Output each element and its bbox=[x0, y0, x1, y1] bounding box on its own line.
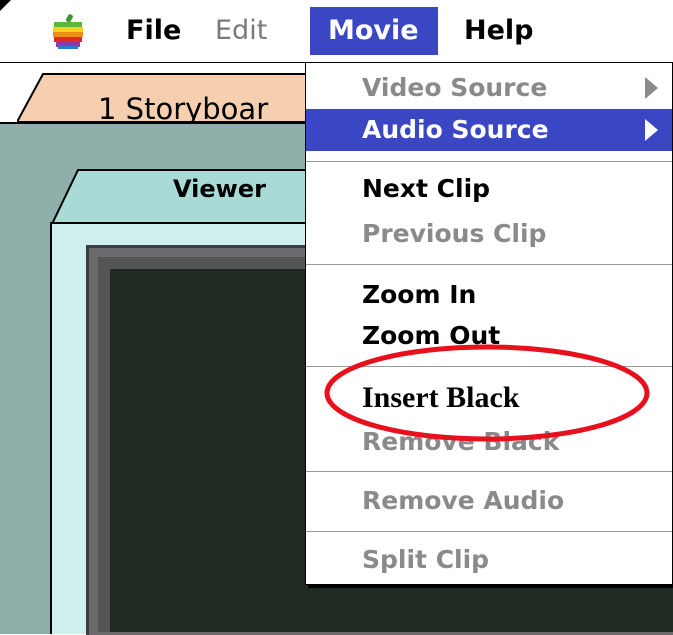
menu-separator bbox=[306, 161, 672, 162]
menu-item-previous-clip[interactable]: Previous Clip bbox=[306, 213, 672, 255]
menu-item-insert-black[interactable]: Insert Black bbox=[306, 377, 672, 419]
menu-separator bbox=[306, 366, 672, 367]
menu-item-label: Audio Source bbox=[362, 115, 549, 144]
menu-help[interactable]: Help bbox=[452, 7, 546, 55]
menu-item-split-clip[interactable]: Split Clip bbox=[306, 539, 672, 581]
screen-corner bbox=[0, 0, 11, 11]
movie-menu-dropdown: Video Source Audio Source Next Clip Prev… bbox=[305, 62, 673, 585]
menu-item-video-source[interactable]: Video Source bbox=[306, 67, 672, 109]
menu-separator bbox=[306, 471, 672, 472]
menu-movie[interactable]: Movie bbox=[310, 7, 438, 55]
submenu-arrow-icon bbox=[645, 119, 658, 141]
submenu-arrow-icon bbox=[645, 77, 658, 99]
menu-item-remove-audio[interactable]: Remove Audio bbox=[306, 480, 672, 522]
tab-viewer[interactable]: Viewer bbox=[173, 175, 266, 203]
menu-bar: File Edit Movie Help bbox=[0, 0, 673, 63]
menu-item-zoom-in[interactable]: Zoom In bbox=[306, 274, 672, 316]
apple-menu-icon[interactable] bbox=[50, 13, 86, 49]
menu-item-next-clip[interactable]: Next Clip bbox=[306, 168, 672, 210]
menu-item-zoom-out[interactable]: Zoom Out bbox=[306, 315, 672, 357]
menu-separator bbox=[306, 531, 672, 532]
menu-item-label: Video Source bbox=[362, 73, 548, 102]
menu-separator bbox=[306, 264, 672, 265]
menu-edit[interactable]: Edit bbox=[203, 7, 279, 55]
menu-item-audio-source[interactable]: Audio Source bbox=[306, 109, 672, 151]
menu-item-remove-black[interactable]: Remove Black bbox=[306, 421, 672, 463]
tab-storyboard[interactable]: 1 Storyboar bbox=[98, 92, 268, 126]
menu-file[interactable]: File bbox=[114, 7, 193, 55]
